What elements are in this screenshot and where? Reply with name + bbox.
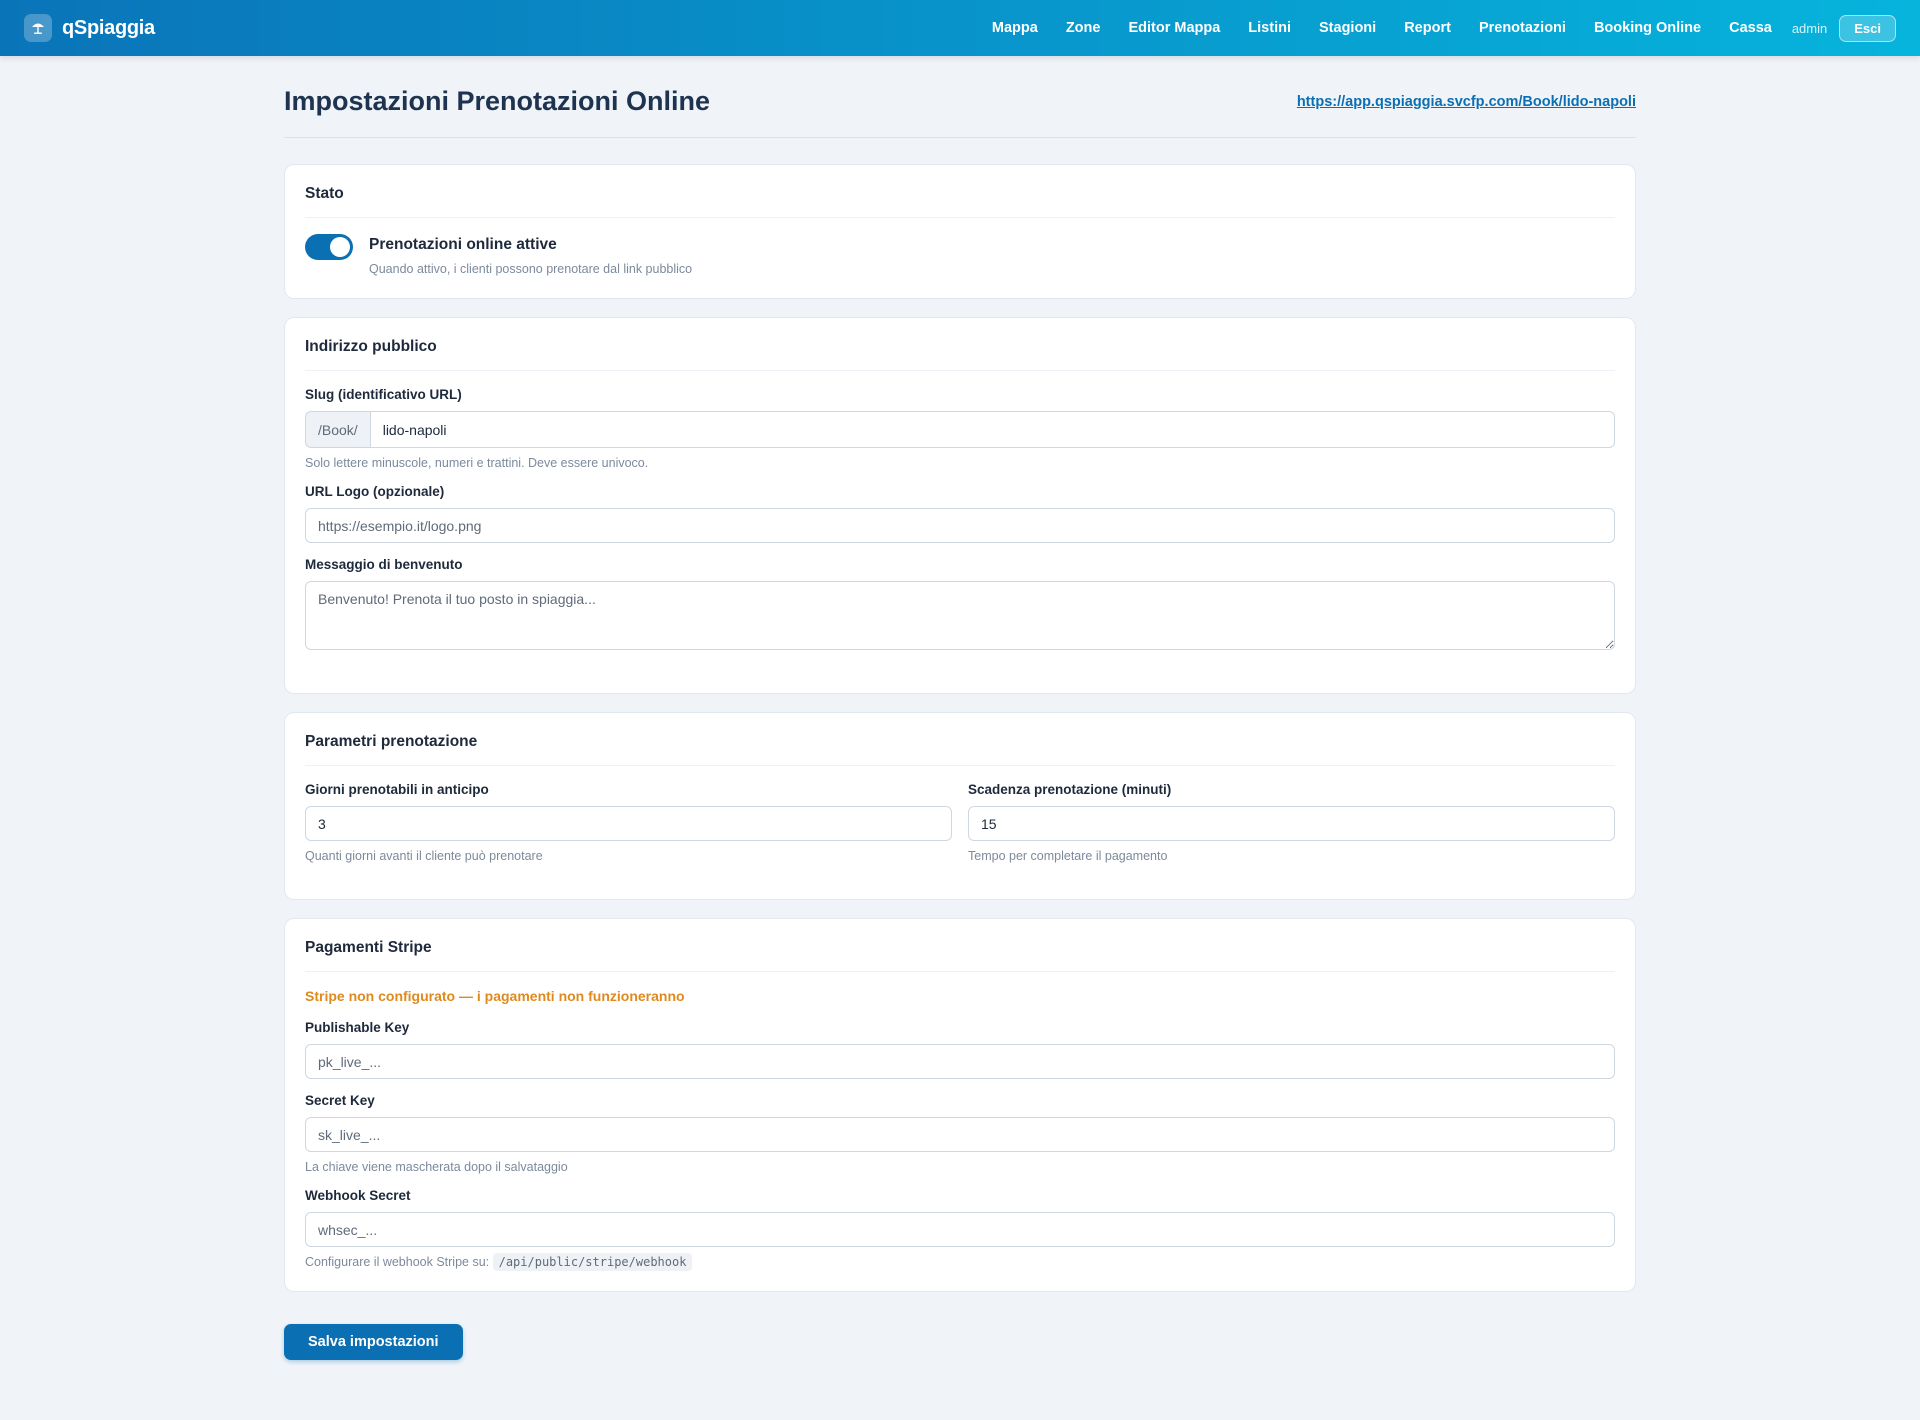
publishable-key-field: Publishable Key	[305, 1020, 1615, 1079]
logo-url-field: URL Logo (opzionale)	[305, 484, 1615, 543]
public-address-card-title: Indirizzo pubblico	[305, 338, 1615, 371]
slug-field: Slug (identificativo URL) /Book/ Solo le…	[305, 387, 1615, 470]
brand-name: qSpiaggia	[62, 16, 155, 39]
nav-item-listini[interactable]: Listini	[1234, 20, 1305, 36]
secret-key-field: Secret Key La chiave viene mascherata do…	[305, 1093, 1615, 1174]
slug-input[interactable]	[369, 411, 1615, 448]
booking-params-card-title: Parametri prenotazione	[305, 733, 1615, 766]
webhook-endpoint: /api/public/stripe/webhook	[492, 1253, 693, 1271]
nav-item-mappa[interactable]: Mappa	[978, 20, 1052, 36]
top-navbar: qSpiaggia Mappa Zone Editor Mappa Listin…	[0, 0, 1920, 56]
logo-url-input[interactable]	[305, 508, 1615, 543]
logo-url-label: URL Logo (opzionale)	[305, 484, 445, 499]
user-name: admin	[1791, 20, 1828, 36]
advance-days-help: Quanti giorni avanti il cliente può pren…	[305, 849, 543, 863]
slug-prefix: /Book/	[305, 411, 370, 448]
nav-item-report[interactable]: Report	[1390, 20, 1465, 36]
page-header: Impostazioni Prenotazioni Online https:/…	[284, 86, 1636, 138]
stripe-card-title: Pagamenti Stripe	[305, 939, 1615, 972]
booking-expiry-help: Tempo per completare il pagamento	[968, 849, 1168, 863]
public-address-card: Indirizzo pubblico Slug (identificativo …	[284, 317, 1636, 694]
secret-key-help: La chiave viene mascherata dopo il salva…	[305, 1160, 568, 1174]
booking-expiry-input[interactable]	[968, 806, 1615, 841]
main-content: Impostazioni Prenotazioni Online https:/…	[284, 56, 1636, 1360]
welcome-message-label: Messaggio di benvenuto	[305, 557, 463, 572]
webhook-secret-input[interactable]	[305, 1212, 1615, 1247]
webhook-help-text: Configurare il webhook Stripe su:	[305, 1255, 490, 1269]
save-settings-button[interactable]: Salva impostazioni	[284, 1324, 463, 1360]
secret-key-label: Secret Key	[305, 1093, 375, 1108]
publishable-key-label: Publishable Key	[305, 1020, 410, 1035]
status-card-title: Stato	[305, 185, 1615, 218]
online-booking-toggle-help: Quando attivo, i clienti possono prenota…	[369, 262, 693, 276]
brand[interactable]: qSpiaggia	[24, 14, 155, 42]
webhook-secret-field: Webhook Secret Configurare il webhook St…	[305, 1188, 1615, 1271]
booking-expiry-label: Scadenza prenotazione (minuti)	[968, 782, 1172, 797]
webhook-secret-label: Webhook Secret	[305, 1188, 411, 1203]
main-nav: Mappa Zone Editor Mappa Listini Stagioni…	[978, 14, 1896, 42]
page-title: Impostazioni Prenotazioni Online	[284, 86, 711, 116]
advance-days-field: Giorni prenotabili in anticipo Quanti gi…	[305, 782, 952, 863]
booking-expiry-field: Scadenza prenotazione (minuti) Tempo per…	[968, 782, 1615, 863]
stripe-warning: Stripe non configurato — i pagamenti non…	[305, 988, 685, 1004]
nav-item-booking-online[interactable]: Booking Online	[1580, 20, 1715, 36]
nav-item-zone[interactable]: Zone	[1052, 20, 1115, 36]
nav-item-cassa[interactable]: Cassa	[1715, 20, 1786, 36]
online-booking-toggle[interactable]	[305, 234, 353, 260]
umbrella-icon	[24, 14, 52, 42]
nav-item-editor-mappa[interactable]: Editor Mappa	[1114, 20, 1234, 36]
advance-days-input[interactable]	[305, 806, 952, 841]
status-card: Stato Prenotazioni online attive Quando …	[284, 164, 1636, 299]
secret-key-input[interactable]	[305, 1117, 1615, 1152]
booking-params-card: Parametri prenotazione Giorni prenotabil…	[284, 712, 1636, 900]
public-booking-link[interactable]: https://app.qspiaggia.svcfp.com/Book/lid…	[1297, 94, 1636, 110]
slug-input-group: /Book/	[305, 411, 1615, 448]
online-booking-toggle-row: Prenotazioni online attive Quando attivo…	[305, 234, 1615, 278]
slug-help: Solo lettere minuscole, numeri e trattin…	[305, 456, 649, 470]
nav-item-stagioni[interactable]: Stagioni	[1305, 20, 1390, 36]
nav-item-prenotazioni[interactable]: Prenotazioni	[1465, 20, 1580, 36]
logout-button[interactable]: Esci	[1839, 14, 1896, 42]
online-booking-toggle-label: Prenotazioni online attive	[369, 236, 557, 253]
slug-label: Slug (identificativo URL)	[305, 387, 462, 402]
stripe-card: Pagamenti Stripe Stripe non configurato …	[284, 918, 1636, 1292]
welcome-message-field: Messaggio di benvenuto	[305, 557, 1615, 655]
welcome-message-textarea[interactable]	[305, 581, 1615, 650]
toggle-knob	[330, 237, 350, 257]
booking-params-row: Giorni prenotabili in anticipo Quanti gi…	[305, 782, 1615, 877]
webhook-secret-help: Configurare il webhook Stripe su: /api/p…	[305, 1253, 1615, 1271]
advance-days-label: Giorni prenotabili in anticipo	[305, 782, 489, 797]
publishable-key-input[interactable]	[305, 1044, 1615, 1079]
